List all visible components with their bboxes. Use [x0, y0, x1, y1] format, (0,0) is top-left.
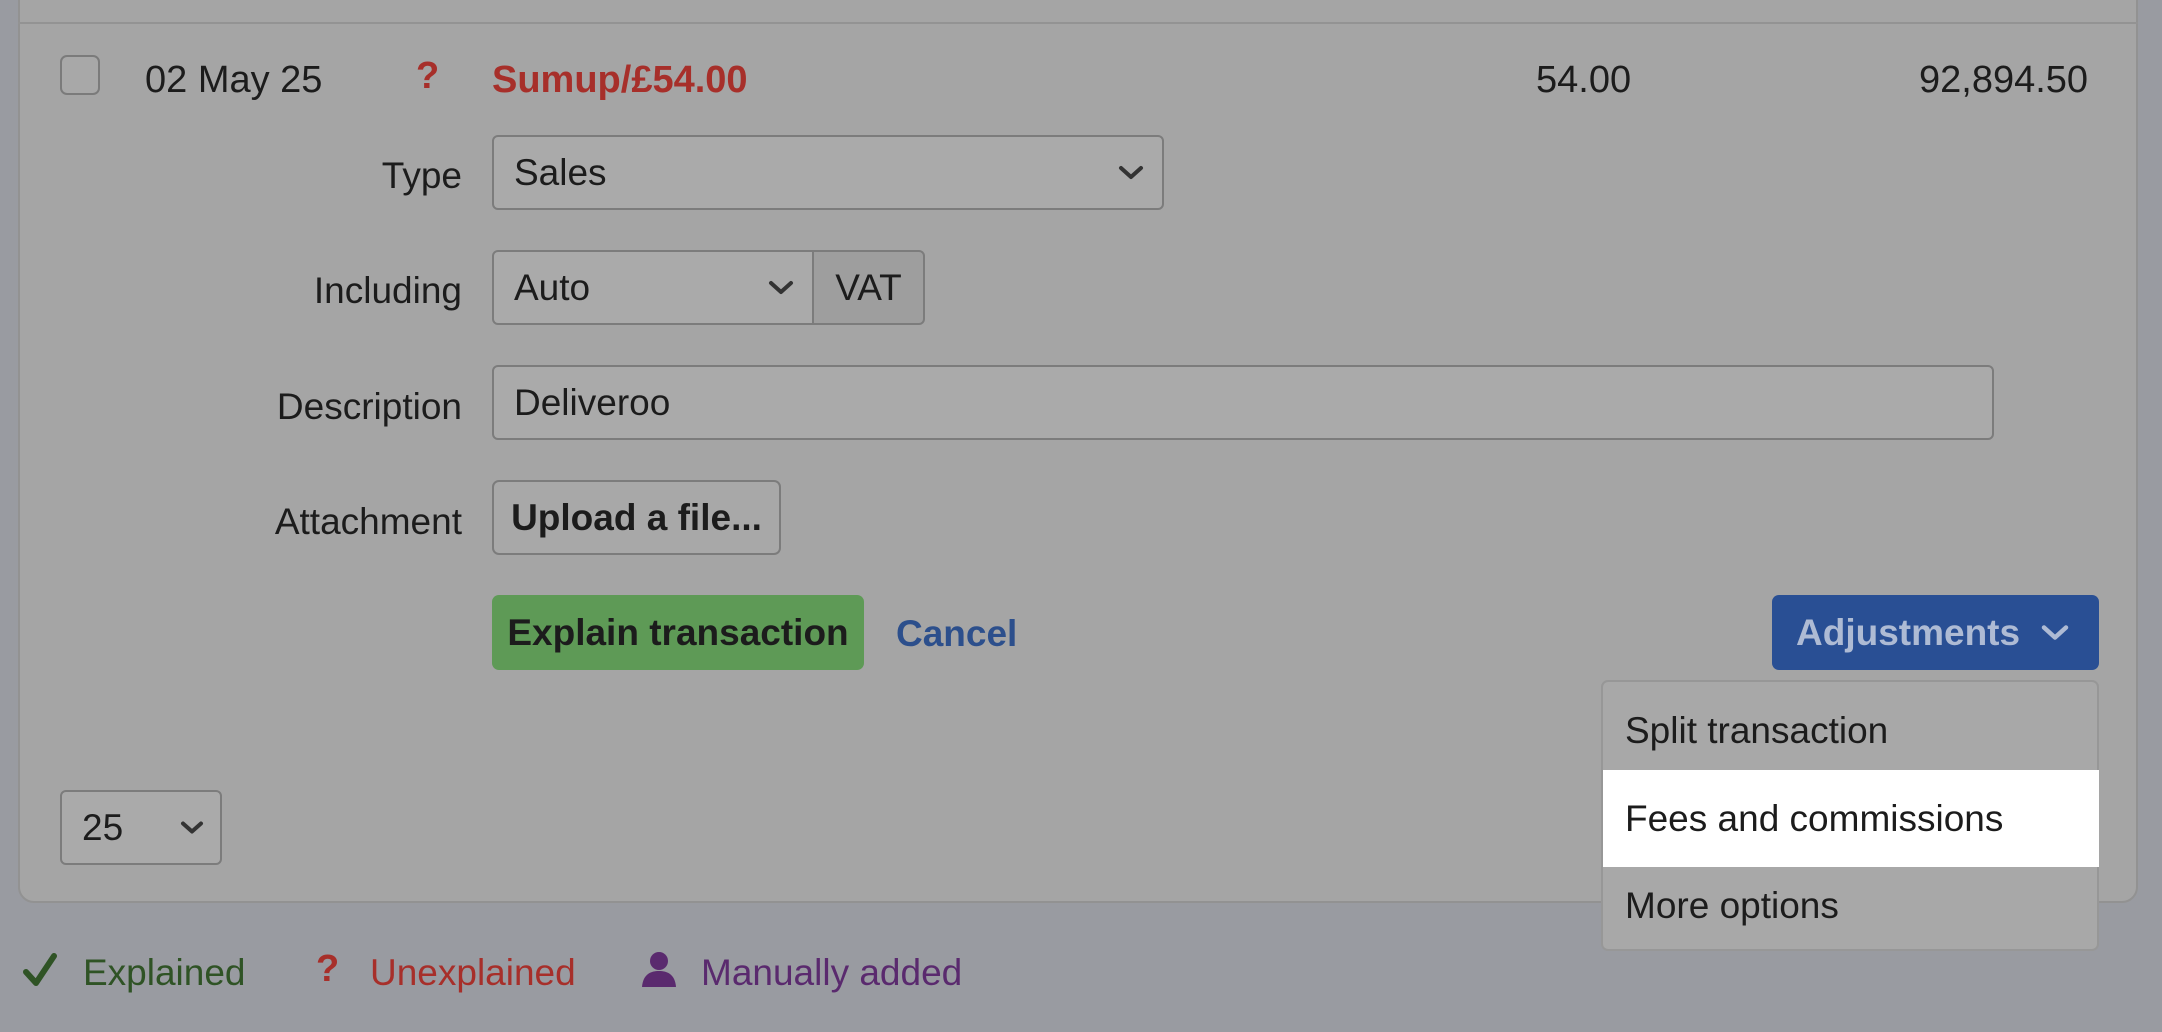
including-select-value: Auto	[514, 266, 591, 308]
per-page-value: 25	[82, 806, 124, 848]
chevron-down-icon	[1119, 165, 1143, 179]
menu-item-fees-and-commissions[interactable]: Fees and commissions	[1603, 770, 2099, 867]
legend-unexplained: Unexplained	[370, 952, 576, 993]
type-select-value: Sales	[514, 151, 607, 193]
vat-addon-label: VAT	[835, 266, 902, 308]
question-mark-icon: ?	[316, 948, 340, 990]
legend-explained: Explained	[83, 952, 246, 993]
menu-item-more-options[interactable]: More options	[1603, 860, 2099, 951]
upload-file-button[interactable]: Upload a file...	[492, 480, 781, 555]
description-input[interactable]: Deliveroo	[492, 365, 1994, 440]
explain-transaction-button[interactable]: Explain transaction	[492, 595, 864, 670]
attachment-label: Attachment	[274, 501, 462, 542]
menu-item-split-transaction[interactable]: Split transaction	[1603, 682, 2099, 779]
row-select-checkbox[interactable]	[60, 55, 100, 95]
adjustments-menu: Split transaction Fees and commissions M…	[1601, 680, 2099, 951]
per-page-select[interactable]: 25	[60, 790, 222, 865]
user-icon	[642, 952, 676, 987]
transaction-date: 02 May 25	[145, 59, 323, 101]
running-balance: 92,894.50	[1919, 59, 2089, 101]
chevron-down-icon	[2041, 624, 2069, 640]
transaction-name: Sumup/£54.00	[492, 59, 748, 101]
type-select[interactable]: Sales	[492, 135, 1164, 210]
including-label: Including	[313, 270, 462, 311]
cancel-link[interactable]: Cancel	[896, 615, 1017, 652]
chevron-down-icon	[181, 821, 203, 833]
unexplained-status-icon: ?	[416, 55, 440, 97]
vat-addon: VAT	[812, 250, 925, 325]
transaction-amount: 54.00	[1536, 59, 1632, 101]
adjustments-button[interactable]: Adjustments	[1772, 595, 2099, 670]
checkmark-icon	[23, 953, 57, 986]
chevron-down-icon	[769, 280, 793, 294]
including-select[interactable]: Auto	[492, 250, 814, 325]
description-input-value: Deliveroo	[514, 381, 671, 423]
divider	[18, 22, 2138, 24]
type-label: Type	[381, 155, 462, 196]
description-label: Description	[276, 386, 462, 427]
legend-manually-added: Manually added	[701, 952, 963, 993]
